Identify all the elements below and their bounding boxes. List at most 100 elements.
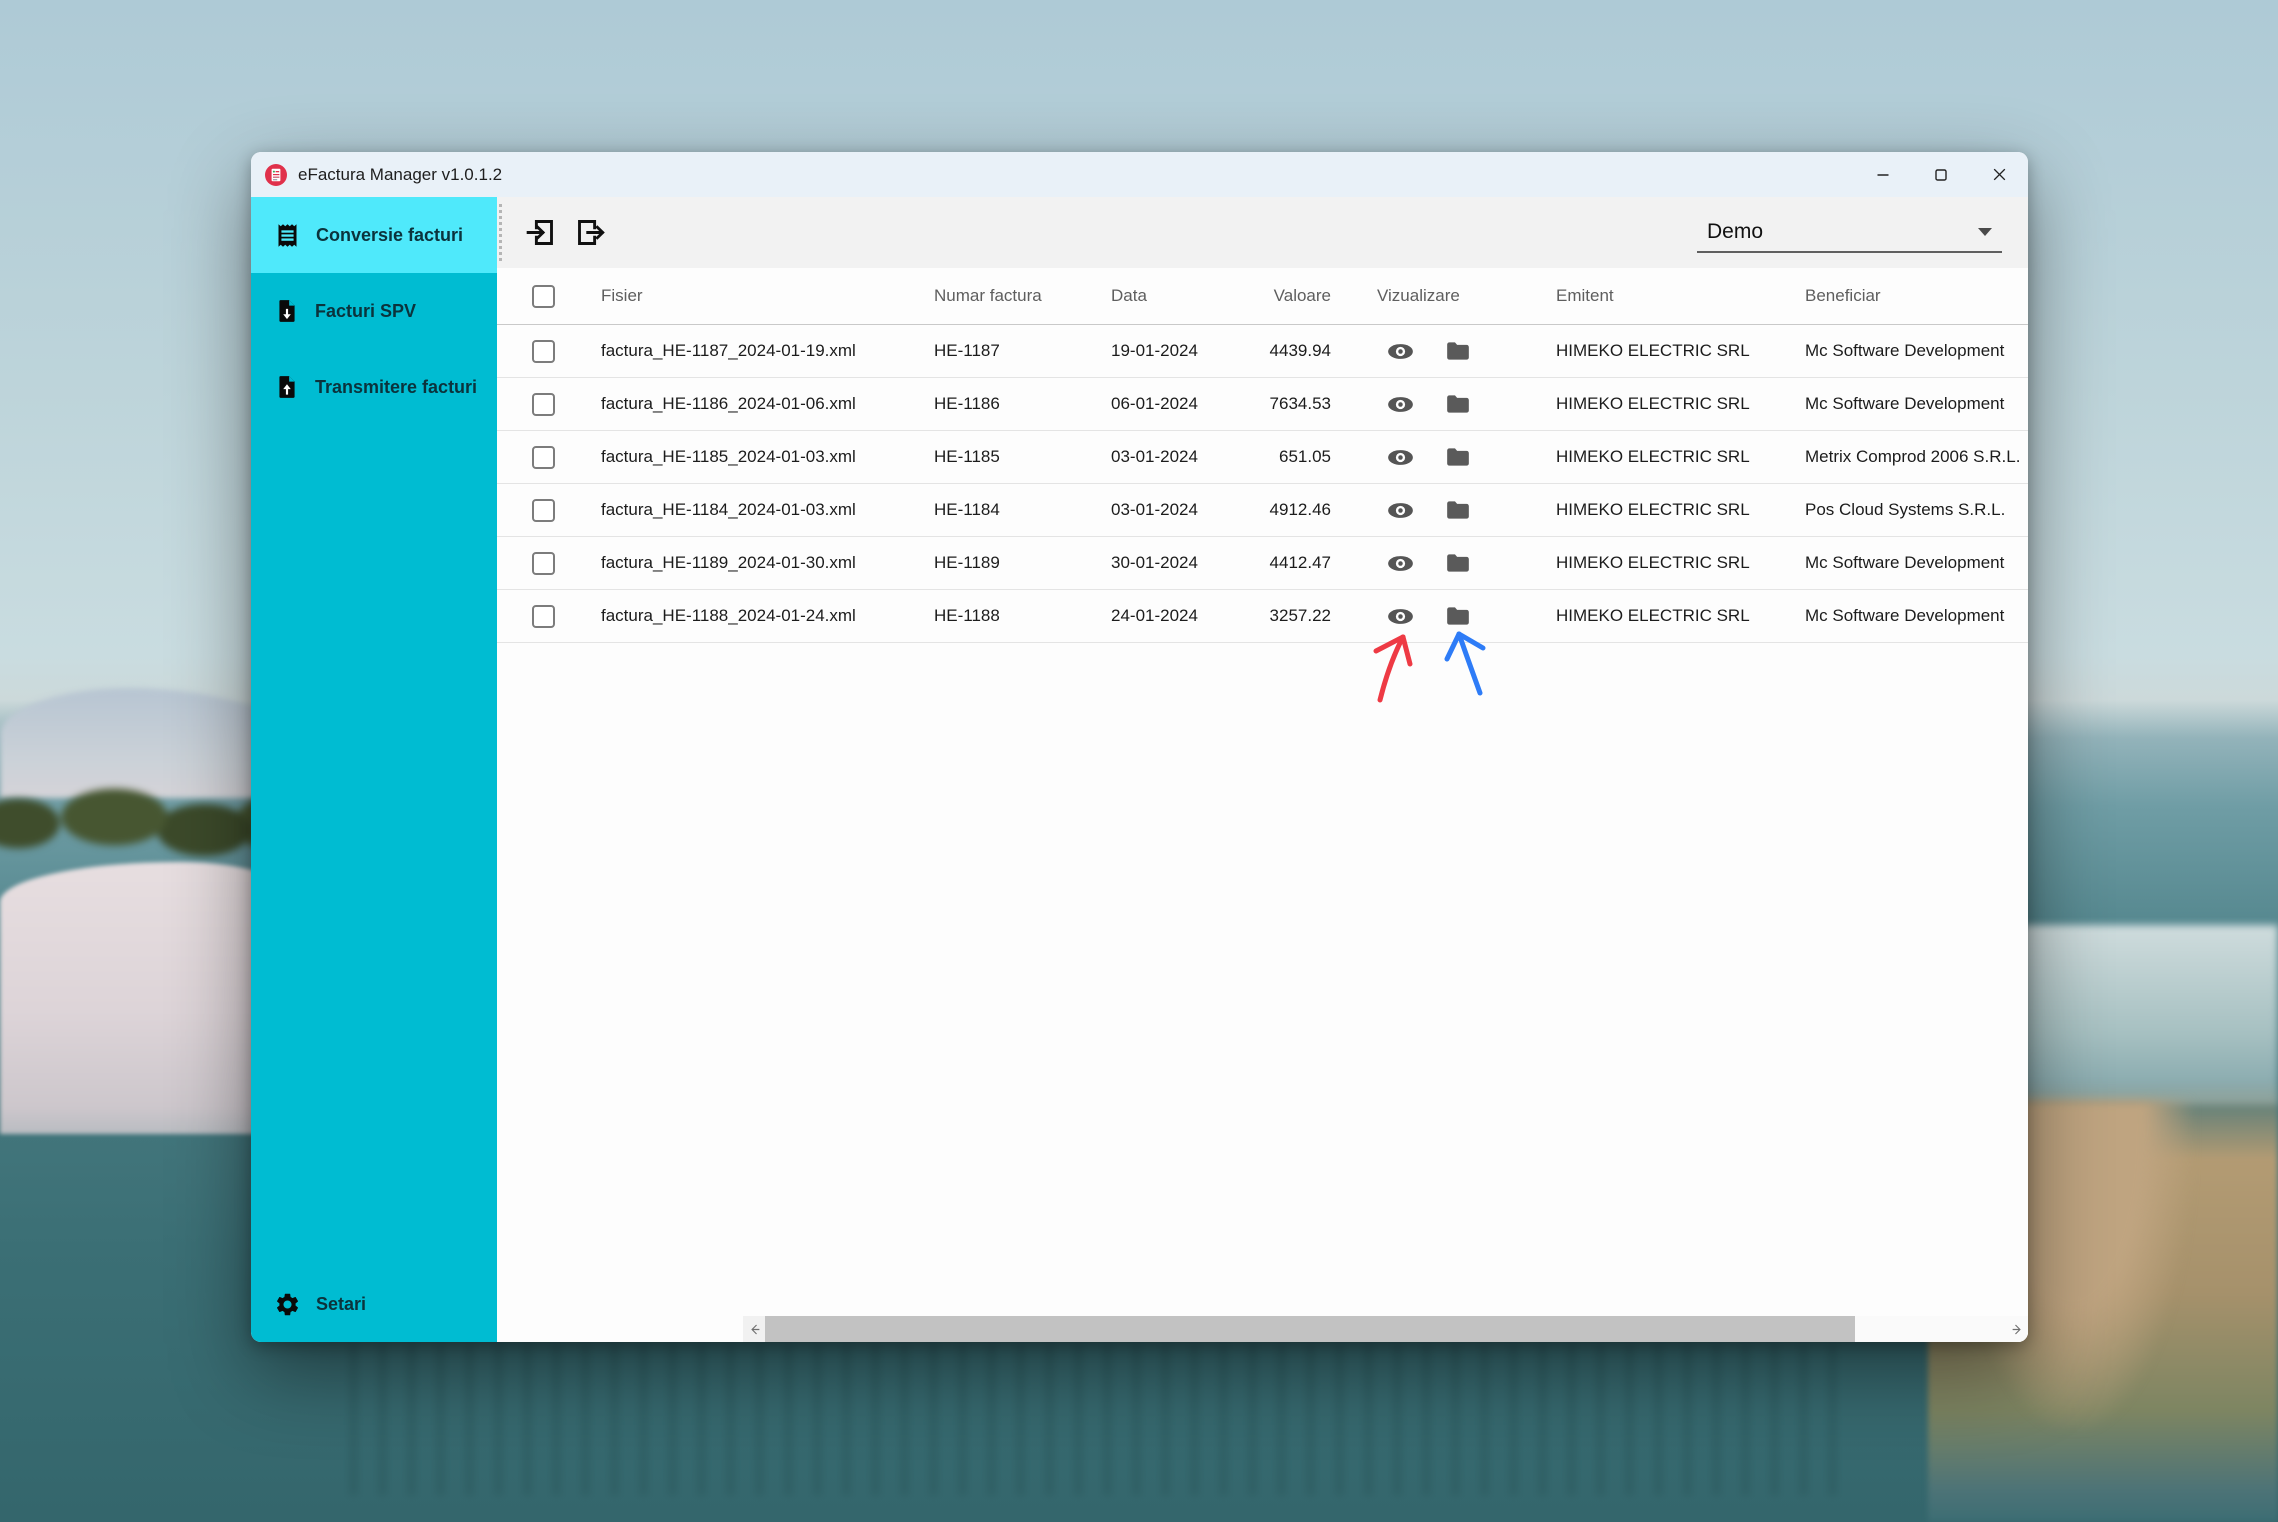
export-invoices-button[interactable] bbox=[573, 215, 608, 250]
cell-emitent: HIMEKO ELECTRIC SRL bbox=[1556, 447, 1805, 467]
cell-beneficiar: Mc Software Development bbox=[1805, 341, 2028, 361]
horizontal-scrollbar bbox=[743, 1316, 2028, 1342]
row-checkbox[interactable] bbox=[532, 446, 555, 469]
titlebar[interactable]: eFactura Manager v1.0.1.2 bbox=[251, 152, 2028, 197]
view-invoice-button[interactable] bbox=[1387, 552, 1414, 575]
cell-valoare: 4439.94 bbox=[1251, 341, 1331, 361]
cell-emitent: HIMEKO ELECTRIC SRL bbox=[1556, 606, 1805, 626]
header-vizualizare: Vizualizare bbox=[1377, 286, 1556, 306]
open-folder-button[interactable] bbox=[1445, 605, 1471, 627]
close-button[interactable] bbox=[1970, 152, 2028, 197]
select-all-checkbox[interactable] bbox=[532, 285, 555, 308]
cell-data: 30-01-2024 bbox=[1111, 553, 1251, 573]
open-folder-button[interactable] bbox=[1445, 340, 1471, 362]
view-invoice-button[interactable] bbox=[1387, 340, 1414, 363]
close-icon bbox=[1991, 166, 2008, 183]
header-fisier[interactable]: Fisier bbox=[601, 286, 934, 306]
header-emitent[interactable]: Emitent bbox=[1556, 286, 1805, 306]
app-logo-icon bbox=[264, 163, 288, 187]
cell-numar-factura: HE-1186 bbox=[934, 394, 1111, 414]
cell-data: 19-01-2024 bbox=[1111, 341, 1251, 361]
header-data[interactable]: Data bbox=[1111, 286, 1251, 306]
table-row[interactable]: factura_HE-1186_2024-01-06.xml HE-1186 0… bbox=[497, 378, 2028, 431]
wallpaper-reflections bbox=[350, 1345, 1850, 1495]
scrollbar-thumb[interactable] bbox=[765, 1316, 1855, 1342]
header-beneficiar[interactable]: Beneficiar bbox=[1805, 286, 2028, 306]
cell-numar-factura: HE-1184 bbox=[934, 500, 1111, 520]
cell-fisier: factura_HE-1189_2024-01-30.xml bbox=[601, 553, 934, 573]
cell-emitent: HIMEKO ELECTRIC SRL bbox=[1556, 341, 1805, 361]
sidebar-item-facturi-spv[interactable]: Facturi SPV bbox=[251, 273, 497, 349]
sidebar-item-transmitere-facturi[interactable]: Transmitere facturi bbox=[251, 349, 497, 425]
table-row[interactable]: factura_HE-1184_2024-01-03.xml HE-1184 0… bbox=[497, 484, 2028, 537]
folder-icon bbox=[1445, 340, 1471, 362]
table-rows: factura_HE-1187_2024-01-19.xml HE-1187 1… bbox=[497, 325, 2028, 643]
sidebar-item-label: Conversie facturi bbox=[316, 225, 463, 246]
cell-beneficiar: Metrix Comprod 2006 S.R.L. bbox=[1805, 447, 2028, 467]
profile-dropdown[interactable]: Demo bbox=[1697, 212, 2002, 253]
eye-icon bbox=[1387, 393, 1414, 416]
cell-valoare: 7634.53 bbox=[1251, 394, 1331, 414]
cell-data: 03-01-2024 bbox=[1111, 500, 1251, 520]
cell-numar-factura: HE-1188 bbox=[934, 606, 1111, 626]
table-row[interactable]: factura_HE-1185_2024-01-03.xml HE-1185 0… bbox=[497, 431, 2028, 484]
file-upload-icon bbox=[274, 374, 300, 400]
cell-data: 06-01-2024 bbox=[1111, 394, 1251, 414]
cell-beneficiar: Pos Cloud Systems S.R.L. bbox=[1805, 500, 2028, 520]
cell-valoare: 4912.46 bbox=[1251, 500, 1331, 520]
view-invoice-button[interactable] bbox=[1387, 605, 1414, 628]
row-checkbox[interactable] bbox=[532, 340, 555, 363]
sidebar-item-setari[interactable]: Setari bbox=[251, 1266, 497, 1342]
cell-fisier: factura_HE-1188_2024-01-24.xml bbox=[601, 606, 934, 626]
sidebar-spacer bbox=[251, 425, 497, 1266]
cell-beneficiar: Mc Software Development bbox=[1805, 394, 2028, 414]
header-numar[interactable]: Numar factura bbox=[934, 286, 1111, 306]
gear-icon bbox=[274, 1291, 301, 1318]
view-invoice-button[interactable] bbox=[1387, 499, 1414, 522]
arrow-left-icon bbox=[748, 1323, 761, 1336]
row-checkbox[interactable] bbox=[532, 393, 555, 416]
app-window: eFactura Manager v1.0.1.2 bbox=[251, 152, 2028, 1342]
minimize-button[interactable] bbox=[1854, 152, 1912, 197]
table-row[interactable]: factura_HE-1189_2024-01-30.xml HE-1189 3… bbox=[497, 537, 2028, 590]
sidebar-item-conversie-facturi[interactable]: Conversie facturi bbox=[251, 197, 497, 273]
open-folder-button[interactable] bbox=[1445, 499, 1471, 521]
cell-data: 24-01-2024 bbox=[1111, 606, 1251, 626]
sidebar-item-label: Transmitere facturi bbox=[315, 377, 477, 398]
sidebar-item-label: Setari bbox=[316, 1294, 366, 1315]
scroll-right-button[interactable] bbox=[2006, 1316, 2028, 1342]
view-invoice-button[interactable] bbox=[1387, 446, 1414, 469]
toolbar-separator bbox=[499, 204, 502, 261]
open-folder-button[interactable] bbox=[1445, 446, 1471, 468]
sidebar-item-label: Facturi SPV bbox=[315, 301, 416, 322]
export-icon bbox=[574, 216, 607, 249]
open-folder-button[interactable] bbox=[1445, 552, 1471, 574]
folder-icon bbox=[1445, 446, 1471, 468]
cell-valoare: 3257.22 bbox=[1251, 606, 1331, 626]
table-row[interactable]: factura_HE-1188_2024-01-24.xml HE-1188 2… bbox=[497, 590, 2028, 643]
view-invoice-button[interactable] bbox=[1387, 393, 1414, 416]
import-invoices-button[interactable] bbox=[523, 215, 558, 250]
cell-numar-factura: HE-1189 bbox=[934, 553, 1111, 573]
row-checkbox[interactable] bbox=[532, 605, 555, 628]
import-icon bbox=[524, 216, 557, 249]
table-row[interactable]: factura_HE-1187_2024-01-19.xml HE-1187 1… bbox=[497, 325, 2028, 378]
eye-icon bbox=[1387, 605, 1414, 628]
cell-valoare: 4412.47 bbox=[1251, 553, 1331, 573]
file-download-icon bbox=[274, 298, 300, 324]
scroll-left-button[interactable] bbox=[743, 1316, 765, 1342]
sidebar: Conversie facturi Facturi SPV Transmiter… bbox=[251, 197, 497, 1342]
cell-beneficiar: Mc Software Development bbox=[1805, 606, 2028, 626]
cell-emitent: HIMEKO ELECTRIC SRL bbox=[1556, 553, 1805, 573]
row-checkbox[interactable] bbox=[532, 499, 555, 522]
header-valoare[interactable]: Valoare bbox=[1251, 286, 1331, 306]
cell-numar-factura: HE-1185 bbox=[934, 447, 1111, 467]
maximize-button[interactable] bbox=[1912, 152, 1970, 197]
folder-icon bbox=[1445, 393, 1471, 415]
cell-emitent: HIMEKO ELECTRIC SRL bbox=[1556, 500, 1805, 520]
main-content: Demo Fisier Numar factura Data Valoare V… bbox=[497, 197, 2028, 1342]
minimize-icon bbox=[1875, 167, 1891, 183]
eye-icon bbox=[1387, 340, 1414, 363]
row-checkbox[interactable] bbox=[532, 552, 555, 575]
open-folder-button[interactable] bbox=[1445, 393, 1471, 415]
